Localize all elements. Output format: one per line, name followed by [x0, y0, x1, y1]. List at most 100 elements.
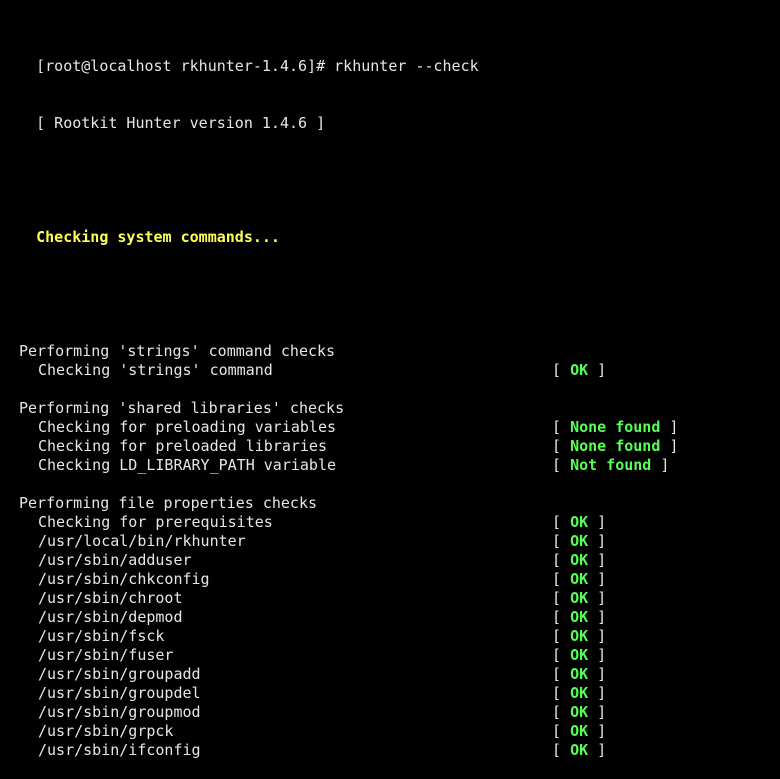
check-row: Checking for prerequisites [ OK ] — [0, 513, 780, 532]
check-row: Checking for preloaded libraries [ None f… — [0, 437, 780, 456]
status-bracket-open: [ — [552, 361, 562, 379]
check-result: OK — [570, 741, 589, 759]
prompt-line: [root@localhost rkhunter-1.4.6]# rkhunte… — [0, 38, 780, 75]
check-result: None found — [570, 418, 661, 436]
version-text: [ Rootkit Hunter version 1.4.6 ] — [36, 114, 326, 132]
check-status: [ OK ] — [552, 532, 606, 551]
check-row: /usr/sbin/groupmod [ OK ] — [0, 703, 780, 722]
status-bracket-close: ] — [597, 722, 607, 740]
check-result: None found — [570, 437, 661, 455]
check-label: /usr/sbin/groupdel — [38, 684, 201, 702]
check-result: OK — [570, 513, 589, 531]
status-bracket-open: [ — [552, 570, 562, 588]
check-status: [ Not found ] — [552, 456, 669, 475]
status-bracket-close: ] — [597, 684, 607, 702]
status-bracket-open: [ — [552, 418, 562, 436]
check-result: OK — [570, 589, 589, 607]
status-bracket-open: [ — [552, 456, 562, 474]
check-row: /usr/sbin/adduser [ OK ] — [0, 551, 780, 570]
status-bracket-close: ] — [597, 703, 607, 721]
status-bracket-close: ] — [597, 589, 607, 607]
check-row: /usr/sbin/ifconfig [ OK ] — [0, 741, 780, 760]
check-row: /usr/sbin/groupadd [ OK ] — [0, 665, 780, 684]
check-result: OK — [570, 551, 589, 569]
check-status: [ OK ] — [552, 608, 606, 627]
check-status: [ OK ] — [552, 665, 606, 684]
group-title: Performing 'strings' command checks — [19, 342, 336, 360]
check-status: [ OK ] — [552, 513, 606, 532]
check-row: /usr/sbin/depmod [ OK ] — [0, 608, 780, 627]
group-title: Performing 'shared libraries' checks — [19, 399, 345, 417]
status-bracket-open: [ — [552, 646, 562, 664]
group-title-line: Performing 'strings' command checks — [0, 342, 780, 361]
status-bracket-open: [ — [552, 703, 562, 721]
check-status: [ None found ] — [552, 437, 678, 456]
status-bracket-close: ] — [597, 513, 607, 531]
check-row: /usr/sbin/chroot [ OK ] — [0, 589, 780, 608]
check-status: [ OK ] — [552, 589, 606, 608]
status-bracket-open: [ — [552, 589, 562, 607]
check-result: OK — [570, 532, 589, 550]
check-status: [ OK ] — [552, 741, 606, 760]
check-status: [ OK ] — [552, 646, 606, 665]
status-bracket-close: ] — [597, 646, 607, 664]
check-status: [ OK ] — [552, 703, 606, 722]
status-bracket-open: [ — [552, 722, 562, 740]
check-result: OK — [570, 703, 589, 721]
check-result: OK — [570, 627, 589, 645]
check-status: [ OK ] — [552, 627, 606, 646]
check-status: [ OK ] — [552, 551, 606, 570]
check-label: Checking for preloading variables — [38, 418, 337, 436]
status-bracket-open: [ — [552, 532, 562, 550]
check-result: OK — [570, 646, 589, 664]
check-row: /usr/sbin/fuser [ OK ] — [0, 646, 780, 665]
check-label: /usr/sbin/depmod — [38, 608, 183, 626]
status-bracket-close: ] — [669, 418, 679, 436]
status-bracket-close: ] — [597, 665, 607, 683]
check-label: /usr/sbin/groupadd — [38, 665, 201, 683]
status-bracket-open: [ — [552, 684, 562, 702]
status-bracket-close: ] — [597, 741, 607, 759]
check-row: Checking for preloading variables [ None … — [0, 418, 780, 437]
section-title-line: Checking system commands... — [0, 209, 780, 246]
check-status: [ OK ] — [552, 361, 606, 380]
check-result: OK — [570, 608, 589, 626]
status-bracket-open: [ — [552, 741, 562, 759]
check-label: /usr/sbin/grpck — [38, 722, 174, 740]
check-label: Checking for preloaded libraries — [38, 437, 327, 455]
check-label: Checking LD_LIBRARY_PATH variable — [38, 456, 337, 474]
check-row: Checking LD_LIBRARY_PATH variable [ Not f… — [0, 456, 780, 475]
check-label: /usr/sbin/chroot — [38, 589, 183, 607]
status-bracket-close: ] — [597, 627, 607, 645]
check-label: /usr/local/bin/rkhunter — [38, 532, 246, 550]
status-bracket-open: [ — [552, 608, 562, 626]
status-bracket-close: ] — [597, 361, 607, 379]
group-title-line: Performing 'shared libraries' checks — [0, 399, 780, 418]
group-title-line: Performing file properties checks — [0, 494, 780, 513]
check-result: OK — [570, 665, 589, 683]
check-status: [ OK ] — [552, 570, 606, 589]
check-label: /usr/sbin/ifconfig — [38, 741, 201, 759]
status-bracket-open: [ — [552, 513, 562, 531]
check-label: /usr/sbin/groupmod — [38, 703, 201, 721]
status-bracket-close: ] — [660, 456, 670, 474]
check-label: /usr/sbin/adduser — [38, 551, 192, 569]
check-result: OK — [570, 361, 589, 379]
status-bracket-close: ] — [669, 437, 679, 455]
check-status: [ OK ] — [552, 722, 606, 741]
status-bracket-close: ] — [597, 532, 607, 550]
check-label: Checking 'strings' command — [38, 361, 273, 379]
check-label: Checking for prerequisites — [38, 513, 273, 531]
check-result: OK — [570, 684, 589, 702]
status-bracket-open: [ — [552, 437, 562, 455]
group-title: Performing file properties checks — [19, 494, 318, 512]
check-row: Checking 'strings' command [ OK ] — [0, 361, 780, 380]
terminal-window[interactable]: [root@localhost rkhunter-1.4.6]# rkhunte… — [0, 0, 780, 759]
status-bracket-open: [ — [552, 665, 562, 683]
section-title: Checking system commands... — [36, 228, 280, 246]
check-row: /usr/sbin/fsck [ OK ] — [0, 627, 780, 646]
